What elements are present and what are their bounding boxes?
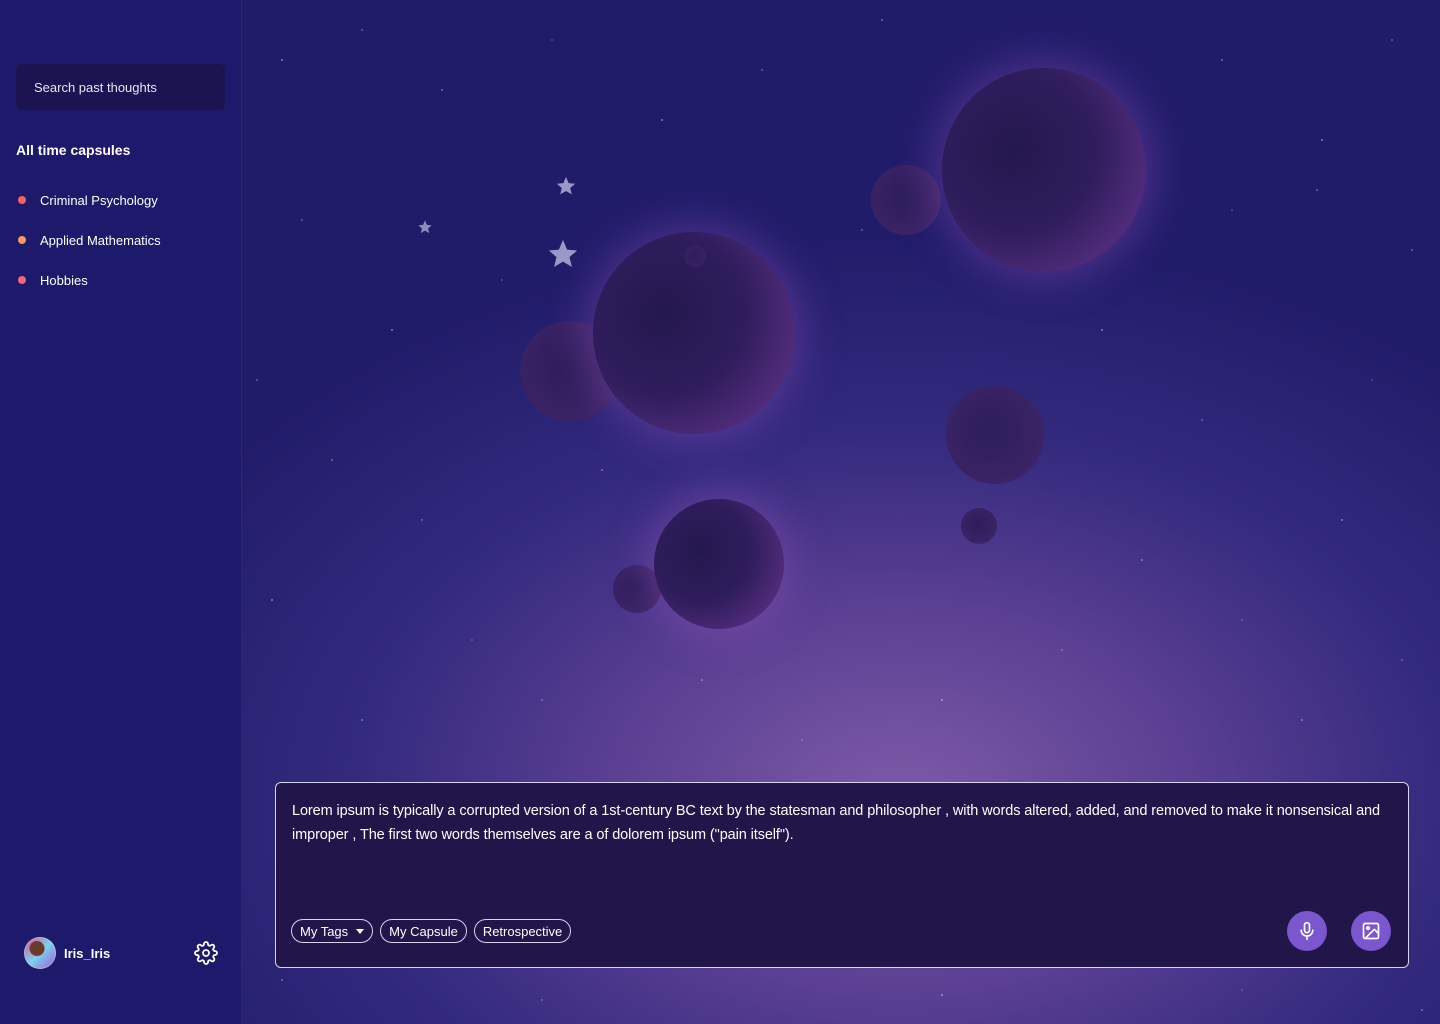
tag-label: My Capsule [389,923,458,939]
tag-chip-my-capsule[interactable]: My Capsule [380,919,467,943]
capsule-dot-icon [18,196,26,204]
capsule-label: Hobbies [40,272,88,288]
capsule-item-hobbies[interactable]: Hobbies [16,260,161,300]
bubble-large-4 [654,499,784,629]
star-icon [556,176,576,195]
tag-row: My Tags My Capsule Retrospective [291,919,572,943]
bubble-small-1 [871,165,941,235]
tag-chip-retrospective[interactable]: Retrospective [473,919,572,943]
main-canvas: Lorem ipsum is typically a corrupted ver… [242,0,1440,1024]
app-root: All time capsules Criminal Psychology Ap… [0,0,1440,1024]
tag-label: My Tags [300,923,349,939]
capsule-item-applied-mathematics[interactable]: Applied Mathematics [16,220,161,260]
microphone-button[interactable] [1287,911,1327,951]
tag-label: Retrospective [482,923,563,939]
bubble-large-1 [942,68,1146,272]
image-upload-button[interactable] [1351,911,1391,951]
thought-composer[interactable]: Lorem ipsum is typically a corrupted ver… [275,782,1409,968]
capsule-item-criminal-psychology[interactable]: Criminal Psychology [16,180,161,220]
gear-icon[interactable] [194,941,218,965]
capsule-list: Criminal Psychology Applied Mathematics … [16,180,161,300]
sidebar: All time capsules Criminal Psychology Ap… [0,0,242,1024]
composer-text[interactable]: Lorem ipsum is typically a corrupted ver… [292,799,1392,847]
capsules-section-title: All time capsules [16,142,131,158]
star-icon [418,220,432,234]
search-box[interactable] [16,64,225,110]
bubble-tiny-3 [961,508,997,544]
caret-down-icon [356,928,365,934]
microphone-icon [1300,921,1314,941]
capsule-label: Applied Mathematics [40,232,161,248]
capsule-label: Criminal Psychology [40,192,158,208]
bubble-medium-3 [946,386,1044,484]
search-input[interactable] [32,78,225,96]
capsule-dot-icon [18,236,26,244]
star-icon [548,239,578,268]
username: Iris_Iris [64,945,111,961]
user-profile: Iris_Iris [24,937,218,969]
capsule-dot-icon [18,276,26,284]
bubble-tiny-2 [684,245,706,267]
image-icon [1362,922,1380,940]
tag-chip-my-tags[interactable]: My Tags [291,919,374,943]
avatar[interactable] [24,937,56,969]
